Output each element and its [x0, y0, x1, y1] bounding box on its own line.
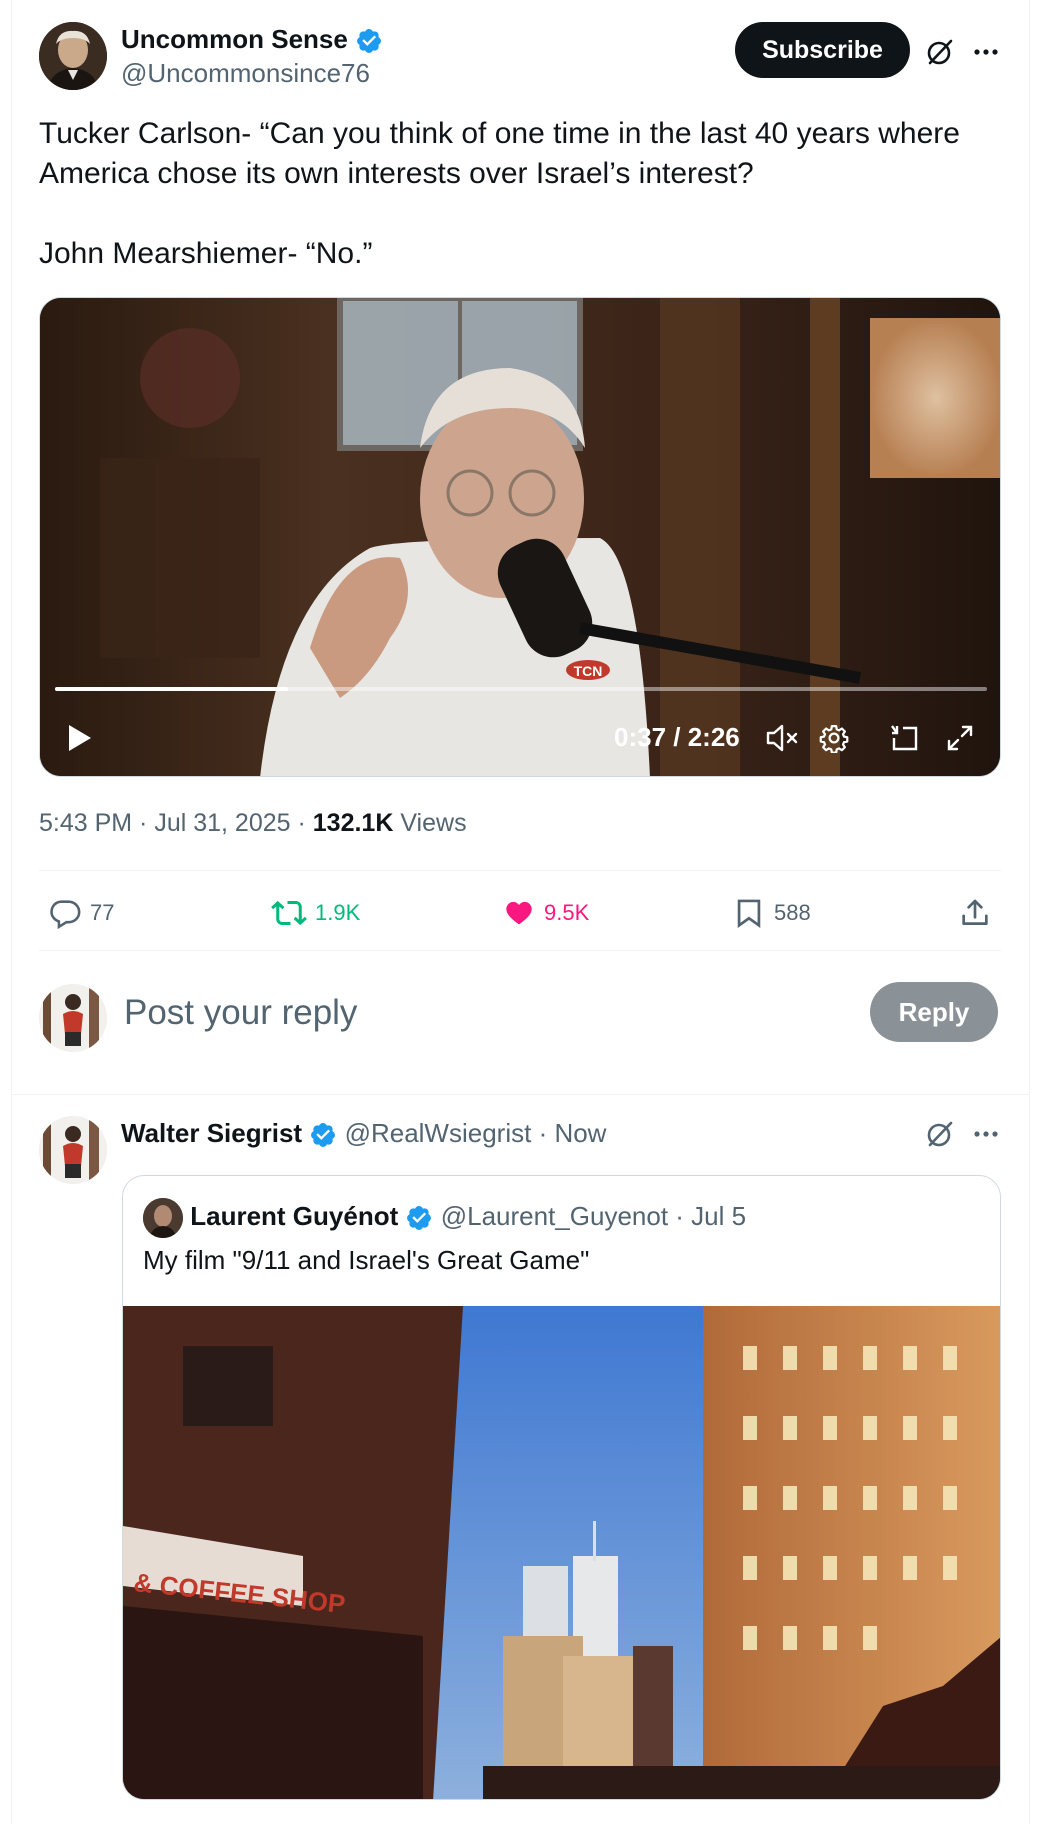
reply-author-avatar[interactable] [39, 1116, 107, 1184]
verified-icon [355, 27, 383, 55]
quoted-text: My film "9/11 and Israel's Great Game" [143, 1245, 590, 1275]
share-icon[interactable] [958, 893, 992, 933]
tweet-text-line: Tucker Carlson- “Can you think of one ti… [39, 117, 960, 150]
reply-action[interactable]: 77 [48, 893, 114, 933]
like-action[interactable]: 9.5K [502, 893, 589, 933]
more-icon[interactable] [968, 1116, 1004, 1152]
video-frame: TCN [40, 298, 1000, 776]
reply-author-handle[interactable]: @RealWsiegrist [345, 1118, 532, 1148]
video-progress-bar[interactable] [55, 687, 987, 691]
settings-icon[interactable] [814, 718, 854, 758]
repost-icon [271, 900, 307, 926]
subscribe-button[interactable]: Subscribe [735, 22, 910, 78]
tweet-meta: 5:43 PM · Jul 31, 2025 · 132.1K Views [39, 806, 467, 840]
minimize-icon[interactable] [884, 718, 924, 758]
mute-icon[interactable] [762, 718, 802, 758]
quoted-author-avatar [143, 1198, 183, 1238]
divider [39, 870, 1001, 871]
fullscreen-icon[interactable] [940, 718, 980, 758]
reply-author-row: Walter Siegrist @RealWsiegrist · Now [121, 1116, 606, 1150]
reply-icon [50, 900, 81, 930]
grok-icon[interactable] [922, 34, 958, 70]
views-label: Views [393, 809, 467, 837]
repost-action[interactable]: 1.9K [271, 893, 360, 933]
reply-count: 77 [90, 900, 115, 925]
quoted-tweet[interactable]: Laurent Guyénot @Laurent_Guyenot · Jul 5… [122, 1175, 1001, 1800]
tweet-text-line: America chose its own interests over Isr… [39, 157, 754, 190]
video-time: 0:37 / 2:26 [614, 722, 740, 752]
quoted-author-row: Laurent Guyénot @Laurent_Guyenot · Jul 5 [143, 1198, 746, 1238]
verified-icon [405, 1204, 433, 1232]
user-avatar[interactable] [39, 984, 107, 1052]
like-icon [506, 901, 532, 925]
author-name[interactable]: Uncommon Sense [121, 24, 348, 54]
tweet-timestamp[interactable]: 5:43 PM · Jul 31, 2025 · [39, 809, 313, 837]
reply-author-name[interactable]: Walter Siegrist [121, 1118, 302, 1148]
author-handle[interactable]: @Uncommonsince76 [121, 57, 370, 89]
bookmark-count: 588 [774, 900, 811, 925]
author-avatar[interactable] [39, 22, 107, 90]
mic-flag-label: TCN [574, 663, 603, 679]
tweet-text-line: John Mearshiemer- “No.” [39, 237, 373, 270]
play-icon[interactable] [60, 718, 100, 758]
quoted-date: · Jul 5 [675, 1200, 747, 1231]
repost-count: 1.9K [315, 900, 361, 925]
tweet-text: Tucker Carlson- “Can you think of one ti… [39, 114, 999, 274]
verified-icon [309, 1121, 337, 1149]
bookmark-action[interactable]: 588 [732, 893, 811, 933]
more-icon[interactable] [968, 34, 1004, 70]
bookmark-icon [737, 899, 761, 928]
reply-time[interactable]: · Now [539, 1118, 607, 1148]
reply-input[interactable]: Post your reply [124, 988, 357, 1038]
author-name-row[interactable]: Uncommon Sense [121, 22, 383, 56]
quoted-author-handle: @Laurent_Guyenot [440, 1200, 669, 1231]
quoted-author-name: Laurent Guyénot [190, 1200, 399, 1231]
video-player[interactable]: TCN 0:37 / 2:26 [39, 297, 1001, 777]
reply-button[interactable]: Reply [870, 982, 998, 1042]
quoted-media[interactable]: & COFFEE SHOP [123, 1306, 1000, 1799]
video-progress-fill [55, 687, 288, 691]
views-count: 132.1K [312, 809, 394, 837]
thread-separator [11, 1094, 1030, 1095]
divider [39, 950, 1001, 951]
grok-icon[interactable] [922, 1116, 958, 1152]
like-count: 9.5K [544, 900, 590, 925]
